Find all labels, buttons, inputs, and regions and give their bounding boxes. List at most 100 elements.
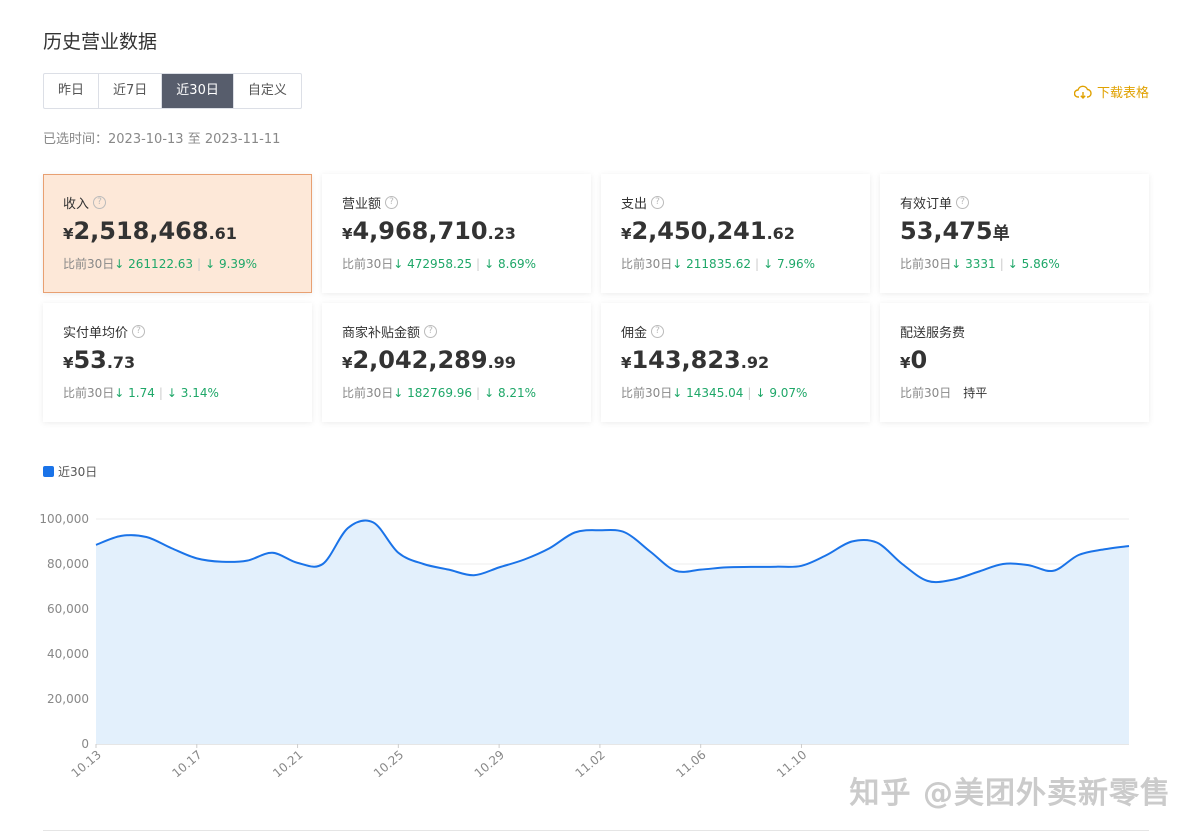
compare-label: 比前30日 — [342, 386, 394, 400]
compare-label: 比前30日 — [900, 257, 952, 271]
value-integer: 2,518,468 — [73, 217, 209, 245]
x-tick-label: 10.29 — [472, 748, 507, 780]
value-integer: 0 — [910, 346, 928, 374]
help-icon[interactable]: ? — [651, 195, 665, 209]
compare-label: 比前30日 — [63, 386, 115, 400]
y-tick-label: 60,000 — [47, 602, 89, 616]
help-icon[interactable]: ? — [956, 195, 970, 209]
metric-card[interactable]: 商家补贴金额? ¥2,042,289.99 比前30日 ↓ 182769.96 | ↓ 8… — [322, 303, 591, 422]
currency-symbol: ¥ — [621, 225, 632, 243]
compare-percent: ↓ 7.96% — [763, 256, 816, 271]
download-table-button[interactable]: 下载表格 — [1073, 82, 1149, 101]
tab-yesterday[interactable]: 昨日 — [44, 74, 100, 108]
metric-compare: 比前30日 ↓ 3331 | ↓ 5.86% — [900, 255, 1129, 272]
value-decimal: .99 — [487, 353, 516, 372]
compare-percent: ↓ 3.14% — [166, 385, 219, 400]
compare-separator: | — [197, 256, 202, 271]
value-decimal: .61 — [208, 224, 237, 243]
metric-card[interactable]: 配送服务费 ¥0 比前30日 持平 — [880, 303, 1149, 422]
metric-value: ¥4,968,710.23 — [342, 217, 571, 247]
metric-label: 有效订单? — [900, 193, 1129, 212]
metric-label: 配送服务费 — [900, 322, 1129, 341]
y-tick-label: 20,000 — [47, 692, 89, 706]
compare-percent: ↓ 8.21% — [484, 385, 537, 400]
metric-label-text: 支出 — [621, 196, 648, 212]
metric-value: ¥53.73 — [63, 346, 292, 376]
value-decimal: .62 — [766, 224, 795, 243]
metric-value: ¥143,823.92 — [621, 346, 850, 376]
x-tick-label: 11.06 — [673, 748, 708, 780]
currency-symbol: ¥ — [342, 225, 353, 243]
help-icon[interactable]: ? — [385, 195, 399, 209]
compare-percent: ↓ 9.39% — [205, 256, 258, 271]
metric-card[interactable]: 实付单均价? ¥53.73 比前30日 ↓ 1.74 | ↓ 3.14% — [43, 303, 312, 422]
help-icon[interactable]: ? — [424, 324, 438, 338]
help-icon[interactable]: ? — [651, 324, 665, 338]
metric-compare: 比前30日 ↓ 211835.62 | ↓ 7.96% — [621, 255, 850, 272]
metric-card[interactable]: 佣金? ¥143,823.92 比前30日 ↓ 14345.04 | ↓ 9.07% — [601, 303, 870, 422]
metric-compare: 比前30日 ↓ 472958.25 | ↓ 8.69% — [342, 255, 571, 272]
page-title: 历史营业数据 — [43, 31, 158, 53]
metric-value: ¥2,042,289.99 — [342, 346, 571, 376]
compare-diff: ↓ 261122.63 — [114, 256, 194, 271]
currency-symbol: ¥ — [900, 354, 911, 372]
y-tick-label: 80,000 — [47, 557, 89, 571]
compare-diff: ↓ 472958.25 — [393, 256, 473, 271]
metric-compare: 比前30日 ↓ 261122.63 | ↓ 9.39% — [63, 255, 292, 272]
metric-card[interactable]: 收入? ¥2,518,468.61 比前30日 ↓ 261122.63 | ↓ 9.39% — [43, 174, 312, 293]
value-decimal: .92 — [740, 353, 770, 372]
metric-label: 佣金? — [621, 322, 850, 341]
value-integer: 53 — [73, 346, 107, 374]
y-tick-label: 40,000 — [47, 647, 89, 661]
compare-percent: ↓ 8.69% — [484, 256, 537, 271]
selected-time-label: 已选时间： — [43, 132, 109, 147]
value-integer: 4,968,710 — [352, 217, 488, 245]
help-icon[interactable]: ? — [93, 195, 107, 209]
value-integer: 2,450,241 — [631, 217, 767, 245]
tab-7-days[interactable]: 近7日 — [99, 74, 163, 108]
metric-compare: 比前30日 ↓ 182769.96 | ↓ 8.21% — [342, 384, 571, 401]
compare-separator: | — [476, 385, 481, 400]
metric-label: 实付单均价? — [63, 322, 292, 341]
metric-label-text: 营业额 — [342, 196, 382, 212]
watermark: 知乎 @美团外卖新零售 — [849, 776, 1171, 811]
value-integer: 143,823 — [631, 346, 741, 374]
compare-label: 比前30日 — [900, 386, 952, 400]
cloud-download-icon — [1073, 85, 1092, 99]
metric-label: 商家补贴金额? — [342, 322, 571, 341]
currency-symbol: ¥ — [63, 225, 74, 243]
metric-label-text: 商家补贴金额 — [342, 325, 421, 341]
x-tick-label: 11.10 — [774, 748, 809, 780]
compare-separator: | — [999, 256, 1004, 271]
value-integer: 2,042,289 — [352, 346, 488, 374]
compare-diff: ↓ 1.74 — [114, 385, 155, 400]
legend-swatch — [43, 466, 54, 477]
value-decimal: .23 — [487, 224, 516, 243]
chart-legend[interactable]: 近30日 — [43, 463, 97, 480]
value-unit: 单 — [992, 224, 1010, 244]
metric-value: 53,475 单 — [900, 217, 1129, 247]
help-icon[interactable]: ? — [132, 324, 146, 338]
compare-diff: ↓ 3331 — [951, 256, 996, 271]
y-tick-label: 0 — [81, 737, 89, 751]
metric-value: ¥2,450,241.62 — [621, 217, 850, 247]
legend-label: 近30日 — [58, 465, 98, 479]
tab-30-days[interactable]: 近30日 — [162, 74, 234, 108]
metric-value: ¥2,518,468.61 — [63, 217, 292, 247]
tab-custom[interactable]: 自定义 — [234, 74, 301, 108]
compare-diff: ↓ 14345.04 — [672, 385, 744, 400]
bottom-divider — [43, 830, 1149, 831]
metric-value: ¥0 — [900, 346, 1129, 376]
metric-label-text: 收入 — [63, 196, 90, 212]
compare-separator: | — [158, 385, 163, 400]
metric-compare: 比前30日 ↓ 1.74 | ↓ 3.14% — [63, 384, 292, 401]
x-tick-label: 10.25 — [371, 748, 406, 780]
compare-separator: | — [755, 256, 760, 271]
range-tabs: 昨日 近7日 近30日 自定义 — [43, 73, 302, 109]
currency-symbol: ¥ — [63, 354, 74, 372]
metric-cards: 收入? ¥2,518,468.61 比前30日 ↓ 261122.63 | ↓ 9.39%… — [43, 174, 1149, 422]
metric-card[interactable]: 有效订单? 53,475 单比前30日 ↓ 3331 | ↓ 5.86% — [880, 174, 1149, 293]
metric-card[interactable]: 支出? ¥2,450,241.62 比前30日 ↓ 211835.62 | ↓ 7.96% — [601, 174, 870, 293]
metric-card[interactable]: 营业额? ¥4,968,710.23 比前30日 ↓ 472958.25 | ↓ 8.69… — [322, 174, 591, 293]
compare-flat: 持平 — [963, 386, 988, 400]
